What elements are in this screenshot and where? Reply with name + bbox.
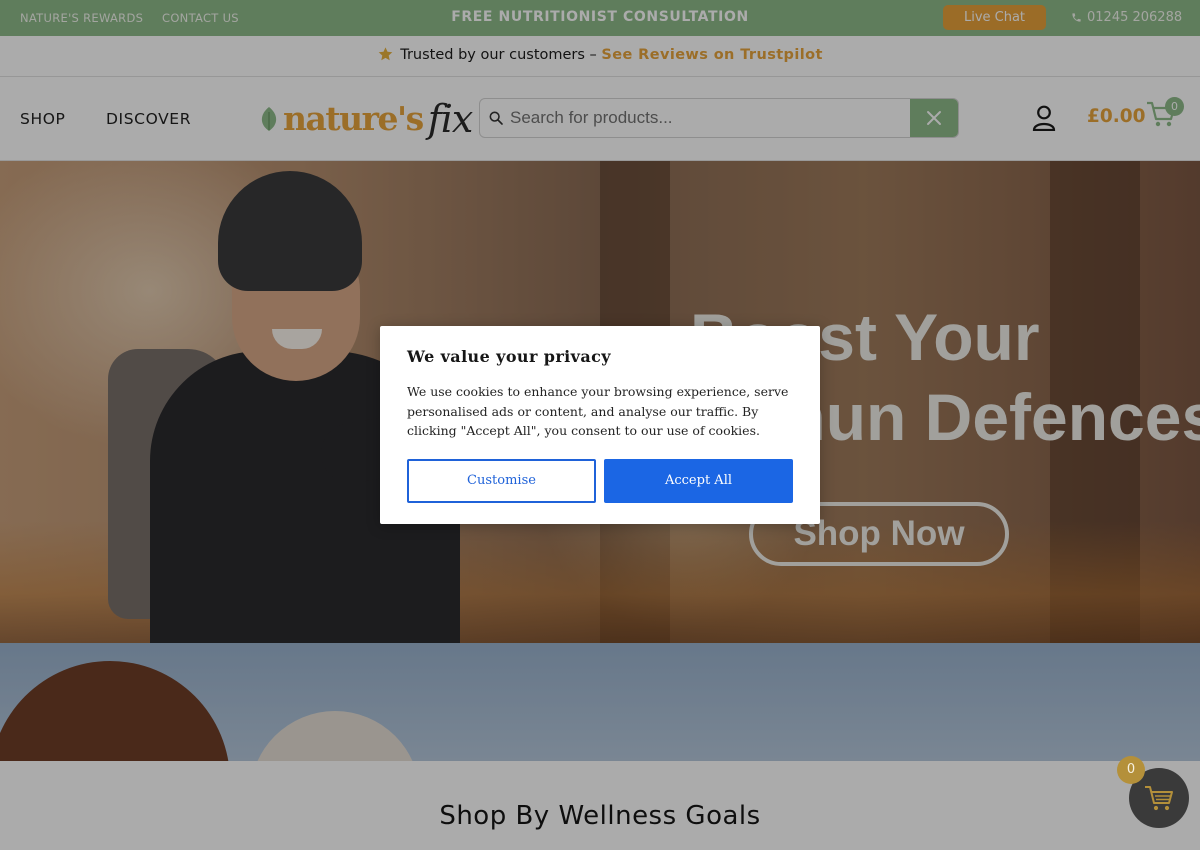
modal-title: We value your privacy [407,347,611,366]
customise-button[interactable]: Customise [407,459,596,503]
cart-icon [1145,786,1173,811]
floating-cart-badge: 0 [1117,756,1145,784]
modal-body: We use cookies to enhance your browsing … [407,384,789,438]
cookie-consent-modal: We value your privacy We use cookies to … [380,326,820,524]
accept-all-button[interactable]: Accept All [604,459,793,503]
